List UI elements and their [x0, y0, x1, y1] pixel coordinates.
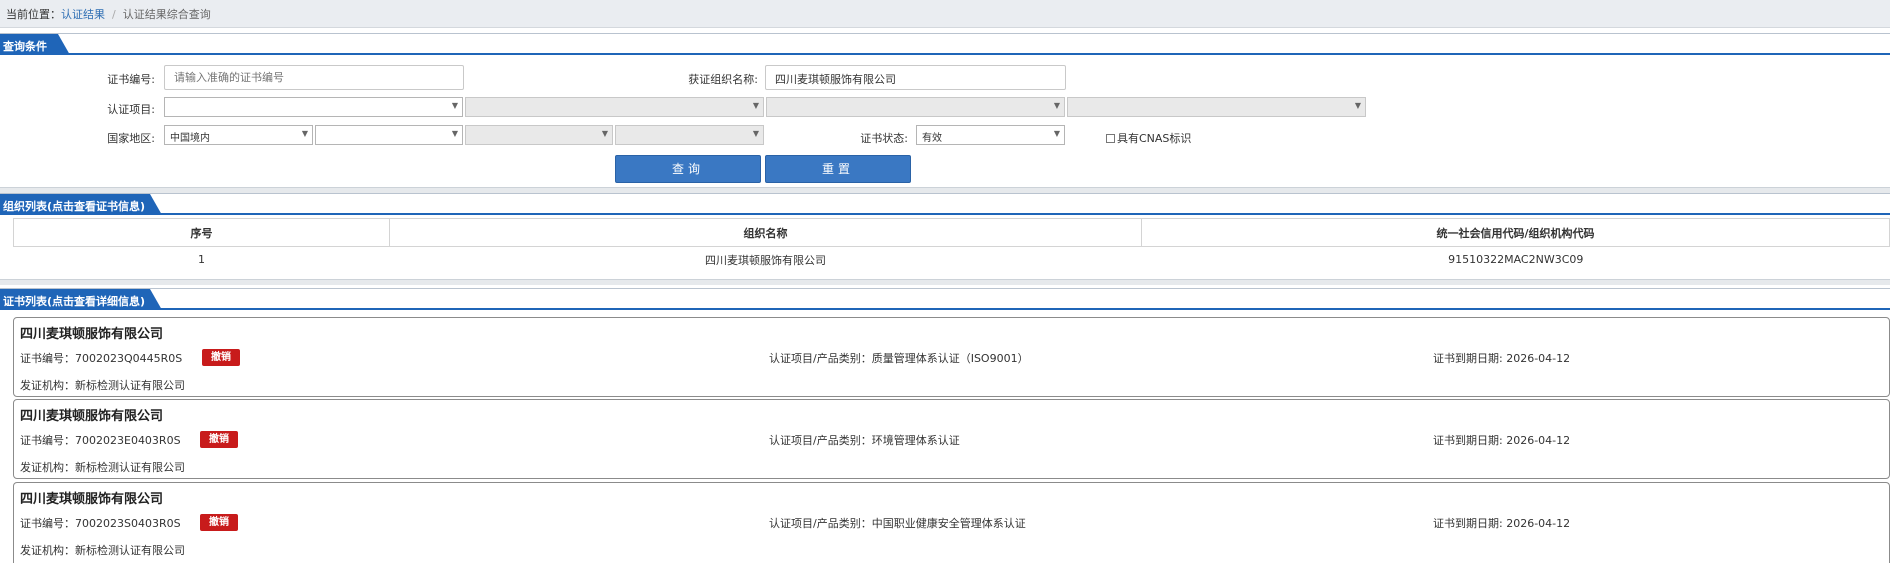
project-select-3[interactable]: ▼	[766, 97, 1065, 117]
status-badge: 撤销	[202, 349, 240, 366]
cert-card-issuer: 发证机构：新标检测认证有限公司	[20, 461, 185, 474]
cert-section-header: 证书列表(点击查看详细信息)	[0, 288, 1890, 310]
cert-card-project: 认证项目/产品类别：质量管理体系认证（ISO9001）	[769, 352, 1029, 365]
org-row-index: 1	[13, 246, 390, 273]
region-label: 国家地区:	[107, 132, 155, 145]
dropdown-arrow-icon: ▼	[1053, 101, 1060, 110]
cert-no-label: 证书编号:	[107, 73, 155, 86]
breadcrumb-link-results[interactable]: 认证结果	[61, 8, 105, 21]
query-section-header: 查询条件	[0, 33, 1890, 55]
status-label: 证书状态:	[860, 132, 908, 145]
cert-card-expiry: 证书到期日期: 2026-04-12	[1433, 517, 1571, 530]
search-button[interactable]: 查询	[615, 155, 761, 183]
breadcrumb: 当前位置：认证结果 / 认证结果综合查询	[0, 0, 1890, 28]
cert-section-title: 证书列表(点击查看详细信息)	[0, 289, 162, 310]
query-section-title: 查询条件	[0, 34, 70, 55]
breadcrumb-separator: /	[112, 8, 116, 21]
region-select-province[interactable]: ▼	[315, 125, 463, 145]
project-select-1[interactable]: ▼	[164, 97, 463, 117]
cert-card-project: 认证项目/产品类别：中国职业健康安全管理体系认证	[769, 517, 1026, 530]
checkbox-icon[interactable]	[1106, 134, 1115, 143]
table-row[interactable]: 1 四川麦琪顿服饰有限公司 91510322MAC2NW3C09	[13, 246, 1890, 273]
dropdown-arrow-icon: ▼	[301, 129, 308, 138]
cert-card-org-name: 四川麦琪顿服饰有限公司	[20, 492, 164, 507]
dropdown-arrow-icon: ▼	[1053, 129, 1060, 138]
cert-no-input[interactable]	[164, 65, 464, 90]
cnas-checkbox[interactable]: 具有CNAS标识	[1106, 130, 1191, 146]
cert-card-expiry: 证书到期日期: 2026-04-12	[1433, 434, 1571, 447]
org-table-header-code: 统一社会信用代码/组织机构代码	[1141, 218, 1890, 247]
org-name-label: 获证组织名称:	[688, 73, 758, 86]
cert-card-org-name: 四川麦琪顿服饰有限公司	[20, 327, 164, 342]
status-value: 有效	[922, 133, 942, 144]
org-section-header: 组织列表(点击查看证书信息)	[0, 193, 1890, 215]
region-value: 中国境内	[170, 133, 210, 144]
dropdown-arrow-icon: ▼	[1354, 101, 1361, 110]
cert-card-cert-no: 证书编号：7002023E0403R0S	[20, 434, 181, 447]
dropdown-arrow-icon: ▼	[752, 101, 759, 110]
region-select-city[interactable]: ▼	[465, 125, 613, 145]
dropdown-arrow-icon: ▼	[451, 129, 458, 138]
project-select-2[interactable]: ▼	[465, 97, 764, 117]
breadcrumb-current: 认证结果综合查询	[122, 8, 211, 21]
org-table-header-name: 组织名称	[389, 218, 1142, 247]
status-select[interactable]: 有效 ▼	[916, 125, 1065, 145]
cnas-label: 具有CNAS标识	[1117, 132, 1192, 145]
org-table-header-index: 序号	[13, 218, 390, 247]
cert-card-project: 认证项目/产品类别：环境管理体系认证	[769, 434, 960, 447]
dropdown-arrow-icon: ▼	[451, 101, 458, 110]
dropdown-arrow-icon: ▼	[601, 129, 608, 138]
breadcrumb-prefix: 当前位置：	[6, 8, 61, 21]
cert-card-cert-no: 证书编号：7002023S0403R0S	[20, 517, 181, 530]
dropdown-arrow-icon: ▼	[752, 129, 759, 138]
cert-card[interactable]: 四川麦琪顿服饰有限公司 证书编号：7002023E0403R0S 撤销 认证项目…	[13, 399, 1890, 479]
status-badge: 撤销	[200, 431, 238, 448]
org-table: 序号 组织名称 统一社会信用代码/组织机构代码 1 四川麦琪顿服饰有限公司 91…	[13, 218, 1890, 273]
project-label: 认证项目:	[107, 103, 155, 116]
org-name-input[interactable]: 四川麦琪顿服饰有限公司	[765, 65, 1066, 90]
section-divider	[0, 279, 1890, 285]
org-row-name[interactable]: 四川麦琪顿服饰有限公司	[389, 246, 1142, 273]
cert-card-issuer: 发证机构：新标检测认证有限公司	[20, 379, 185, 392]
status-badge: 撤销	[200, 514, 238, 531]
org-row-code: 91510322MAC2NW3C09	[1141, 246, 1890, 273]
cert-card-issuer: 发证机构：新标检测认证有限公司	[20, 544, 185, 557]
cert-card-org-name: 四川麦琪顿服饰有限公司	[20, 409, 164, 424]
region-select-country[interactable]: 中国境内 ▼	[164, 125, 313, 145]
project-select-4[interactable]: ▼	[1067, 97, 1366, 117]
cert-card-cert-no: 证书编号：7002023Q0445R0S	[20, 352, 183, 365]
cert-card-expiry: 证书到期日期: 2026-04-12	[1433, 352, 1571, 365]
cert-card[interactable]: 四川麦琪顿服饰有限公司 证书编号：7002023S0403R0S 撤销 认证项目…	[13, 482, 1890, 563]
org-section-title: 组织列表(点击查看证书信息)	[0, 194, 162, 215]
reset-button[interactable]: 重置	[765, 155, 911, 183]
cert-card[interactable]: 四川麦琪顿服饰有限公司 证书编号：7002023Q0445R0S 撤销 认证项目…	[13, 317, 1890, 397]
region-select-district[interactable]: ▼	[615, 125, 764, 145]
